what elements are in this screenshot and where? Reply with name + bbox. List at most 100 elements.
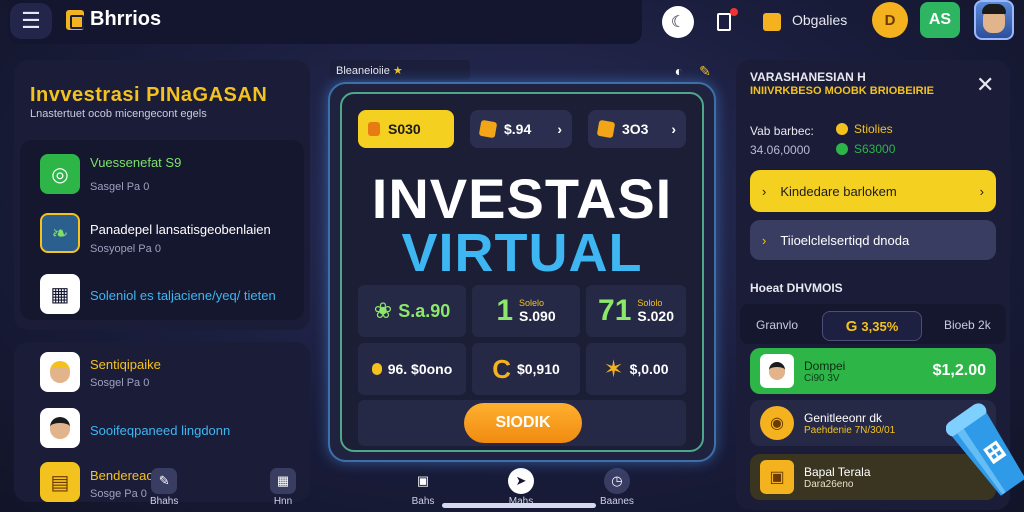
objects-label[interactable]: Obgalies xyxy=(792,12,847,28)
avatar xyxy=(40,352,80,392)
stat-number: 1 xyxy=(496,294,514,327)
chest-icon: ▣ xyxy=(760,460,794,494)
stat-tile[interactable]: C $0,910 xyxy=(472,343,580,395)
leaf-icon: ❀ xyxy=(373,298,393,323)
avatar-face-icon xyxy=(982,4,1006,33)
segment-active-label: 3,35% xyxy=(861,318,899,334)
list-item-sub: Sasgel Pa 0 xyxy=(90,181,150,193)
basket-icon: ▦ xyxy=(40,274,80,314)
primary-action-button[interactable]: › Kindedare barlokem › xyxy=(750,170,996,212)
balance-tag-yellow: Stiolies xyxy=(836,122,893,136)
objects-icon-button[interactable] xyxy=(756,6,788,38)
user-avatar[interactable] xyxy=(974,0,1014,40)
section-title: Hoeat DHVMOIS xyxy=(750,281,843,295)
account-switch-button[interactable]: AS xyxy=(920,2,960,38)
brand-name: Bhrrios xyxy=(90,8,162,30)
cube-icon xyxy=(763,13,781,31)
list-item-title[interactable]: Vuessenefat S9 xyxy=(90,155,181,170)
stat-value: $0,910 xyxy=(516,361,560,377)
account-switch-label: AS xyxy=(928,11,952,28)
list-item-sub: Sosyopel Pa 0 xyxy=(90,243,161,255)
list-item-title[interactable]: Sooifeqpaneed lingdonn xyxy=(90,423,230,438)
stat-tile[interactable]: 71 Sololo S.020 xyxy=(586,285,686,337)
moon-icon: ☾ xyxy=(670,14,686,31)
scroll-icon: ▤ xyxy=(40,462,80,502)
left-panel-subtitle: Lnastertuet ocob micengecont egels xyxy=(30,108,207,120)
chevron-right-icon: › xyxy=(979,183,984,199)
list-item-sub: Sosgel Pa 0 xyxy=(90,377,150,389)
segment-active[interactable]: G 3,35% xyxy=(822,311,922,341)
nav-label: Baanes xyxy=(600,496,634,507)
avatar xyxy=(760,354,794,388)
coin-icon xyxy=(371,363,382,375)
primary-action-label: Kindedare barlokem xyxy=(780,183,897,199)
stat-value: S.090 xyxy=(519,308,556,324)
row-title: Genitleeonr dk xyxy=(804,410,883,425)
nav-item-mahs[interactable]: ➤ Mahs xyxy=(508,468,534,507)
start-button[interactable]: SIODIK xyxy=(464,403,582,443)
stat-value: S.020 xyxy=(637,308,674,324)
grid-icon: ▦ xyxy=(270,468,296,494)
list-item-sub: Sosge Pa 0 xyxy=(90,488,147,500)
bag-icon: ▣ xyxy=(416,473,430,488)
balance-tag-label: Stiolies xyxy=(854,122,893,136)
nav-label: Bahs xyxy=(411,496,435,507)
pencil-icon: ✎ xyxy=(151,468,178,494)
segment-left[interactable]: Granvlo xyxy=(756,318,798,332)
coin-button[interactable]: D xyxy=(872,2,908,38)
nav-item-hnn[interactable]: ▦ Hnn xyxy=(270,468,296,507)
hamburger-menu-button[interactable]: ☰ xyxy=(10,3,52,39)
home-indicator[interactable] xyxy=(442,503,596,508)
cup-illustration-icon xyxy=(946,403,1024,496)
clock-icon: ◷ xyxy=(603,468,630,494)
headline-line2: VIRTUAL xyxy=(401,223,643,283)
cube-icon xyxy=(478,119,498,139)
coin-icon xyxy=(836,143,848,155)
pill-label: S030 xyxy=(388,121,421,137)
stat-tile[interactable]: 96. $0ono xyxy=(358,343,466,395)
stat-value: 96. $0ono xyxy=(387,361,453,377)
notifications-button[interactable] xyxy=(708,6,740,38)
row-title: Bapal Terala xyxy=(804,464,871,479)
edit-icon[interactable]: ✎ xyxy=(696,62,714,80)
refresh-icon[interactable]: ◐ xyxy=(670,62,688,80)
segment-right[interactable]: Bioeb 2k xyxy=(944,318,991,332)
secondary-action-button[interactable]: › Tiioelclelsertiqd dnoda xyxy=(750,220,996,260)
chevron-right-icon: › xyxy=(762,232,767,248)
stat-number: 71 xyxy=(598,294,632,327)
nav-label: Bhahs xyxy=(150,496,179,507)
currency-pill-primary[interactable]: S030 xyxy=(358,110,454,148)
g-coin-icon: G xyxy=(845,317,858,335)
stat-tile[interactable]: ❀ S.a.90 xyxy=(358,285,466,337)
chevron-right-icon: › xyxy=(762,183,767,199)
currency-pill[interactable]: 3O3 › xyxy=(588,110,686,148)
list-item-title[interactable]: Sentiqipaike xyxy=(90,357,161,372)
star-icon: ★ xyxy=(392,65,403,77)
row-amount: $1,2.00 xyxy=(932,362,986,379)
start-button-label: SIODIK xyxy=(495,414,551,431)
stat-tile[interactable]: 1 Solelo S.090 xyxy=(472,285,580,337)
chevron-right-icon: › xyxy=(557,121,562,137)
coin-icon xyxy=(836,123,848,135)
list-item-title[interactable]: Soleniol es taljaciene/yeq/ tieten xyxy=(90,288,276,303)
balance-tag-label: S63000 xyxy=(854,142,896,156)
brand-logo[interactable]: Bhrrios xyxy=(66,8,161,31)
nav-item-bahs[interactable]: ▣ Bahs xyxy=(410,468,436,507)
close-icon[interactable]: ✕ xyxy=(976,72,994,98)
nav-item-bhahs[interactable]: ✎ Bhahs xyxy=(150,468,178,507)
stat-tile[interactable]: ✶ $,0.00 xyxy=(586,343,686,395)
compass-icon: ➤ xyxy=(508,468,534,494)
nav-item-baanes[interactable]: ◷ Baanes xyxy=(600,468,634,507)
row-sub: Paehdenie 7N/30/01 xyxy=(804,424,896,436)
brand-mark-icon xyxy=(66,9,84,30)
cube-icon xyxy=(596,119,616,139)
balance-label: Vab barbec: xyxy=(750,124,814,138)
theme-toggle-button[interactable]: ☾ xyxy=(662,6,694,38)
row-title: Dompei xyxy=(804,358,846,373)
currency-pill[interactable]: $.94 › xyxy=(470,110,572,148)
hamburger-icon: ☰ xyxy=(21,8,41,33)
target-icon: ◎ xyxy=(40,154,80,194)
list-item-title[interactable]: Panadepel lansatisgeobenlaien xyxy=(90,222,271,237)
list-item[interactable]: Dompei Ci90 3V $1,2.00 xyxy=(750,348,996,394)
stat-value: $,0.00 xyxy=(629,361,669,377)
